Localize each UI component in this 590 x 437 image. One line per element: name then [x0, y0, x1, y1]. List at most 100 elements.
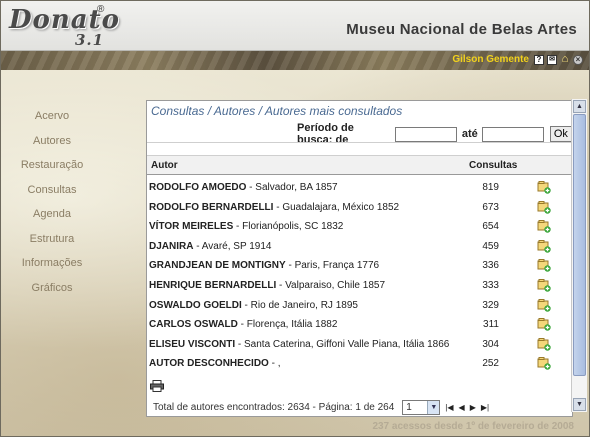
author-name[interactable]: CARLOS OSWALD [149, 319, 238, 330]
sidebar-item-acervo[interactable]: Acervo [0, 104, 104, 129]
first-page-icon[interactable]: |◀ [445, 403, 453, 412]
close-icon[interactable]: × [573, 54, 583, 65]
table-row: AUTOR DESCONHECIDO - , 252 [147, 354, 572, 374]
home-icon[interactable]: ⌂ [560, 54, 570, 65]
author-cell: DJANIRA - Avaré, SP 1914 [149, 241, 271, 252]
author-name[interactable]: ELISEU VISCONTI [149, 339, 235, 350]
print-icon[interactable] [150, 380, 164, 392]
add-folder-icon[interactable] [537, 219, 551, 233]
table-row: ELISEU VISCONTI - Santa Caterina, Giffon… [147, 335, 572, 355]
table-row: GRANDJEAN DE MONTIGNY - Paris, França 17… [147, 256, 572, 276]
author-detail: - Florença, Itália 1882 [237, 319, 338, 331]
access-counter: 237 acessos desde 1º de fevereiro de 200… [372, 421, 574, 432]
author-cell: VÍTOR MEIRELES - Florianópolis, SC 1832 [149, 221, 343, 232]
author-detail: - Santa Caterina, Giffoni Valle Piana, I… [235, 338, 450, 350]
mail-icon[interactable]: ✉ [547, 54, 557, 65]
sidebar-item-restauracao[interactable]: Restauração [0, 153, 104, 178]
consultas-count: 311 [483, 319, 499, 331]
sidebar-item-graficos[interactable]: Gráficos [0, 276, 104, 301]
author-name[interactable]: VÍTOR MEIRELES [149, 221, 233, 232]
author-detail: - Salvador, BA 1857 [246, 182, 338, 193]
author-name[interactable]: GRANDJEAN DE MONTIGNY [149, 260, 286, 271]
add-folder-icon[interactable] [537, 258, 551, 273]
author-name[interactable]: RODOLFO BERNARDELLI [149, 202, 273, 213]
museum-title: Museu Nacional de Belas Artes [346, 21, 577, 38]
page-select-value: 1 [406, 402, 412, 413]
add-folder-icon[interactable] [537, 317, 551, 331]
user-area: Gilson Gemente ? ✉ ⌂ × [452, 54, 583, 65]
user-name[interactable]: Gilson Gemente [452, 54, 529, 65]
author-detail: - Rio de Janeiro, RJ 1895 [241, 299, 358, 311]
scrollbar-thumb[interactable] [573, 114, 586, 376]
pagination-footer: Total de autores encontrados: 2634 - Pág… [153, 400, 489, 415]
author-cell: AUTOR DESCONHECIDO - , [149, 358, 281, 369]
add-folder-icon[interactable] [537, 278, 551, 292]
scroll-up-icon[interactable]: ▲ [573, 100, 586, 113]
consultas-count: 654 [482, 221, 499, 233]
add-folder-icon[interactable] [537, 337, 551, 351]
previous-page-icon[interactable]: ◀ [459, 403, 465, 412]
main-panel: Consultas / Autores / Autores mais consu… [146, 100, 573, 417]
column-header-autor[interactable]: Autor [151, 160, 178, 171]
help-icon[interactable]: ? [534, 54, 544, 65]
breadcrumb: Consultas / Autores / Autores mais consu… [151, 104, 403, 118]
author-name[interactable]: DJANIRA [149, 241, 193, 252]
author-cell: HENRIQUE BERNARDELLI - Valparaiso, Chile… [149, 280, 385, 291]
table-row: RODOLFO AMOEDO - Salvador, BA 1857 819 [147, 178, 572, 198]
date-to-input[interactable] [481, 126, 544, 142]
add-folder-icon[interactable] [537, 239, 551, 253]
ok-button[interactable]: Ok [549, 126, 572, 142]
authors-table: RODOLFO AMOEDO - Salvador, BA 1857 819 R… [147, 178, 572, 374]
until-label: até [461, 128, 478, 140]
consultas-count: 819 [482, 182, 499, 193]
table-row: CARLOS OSWALD - Florença, Itália 1882 31… [147, 315, 572, 335]
sidebar-item-estrutura[interactable]: Estrutura [0, 227, 104, 252]
next-page-icon[interactable]: ▶ [470, 403, 476, 412]
results-summary: Total de autores encontrados: 2634 - Pág… [153, 402, 395, 413]
author-name[interactable]: RODOLFO AMOEDO [149, 182, 246, 193]
banner: Gilson Gemente ? ✉ ⌂ × [1, 51, 589, 70]
author-cell: GRANDJEAN DE MONTIGNY - Paris, França 17… [149, 260, 379, 271]
consultas-count: 252 [482, 358, 499, 370]
pager-controls: |◀ ◀ ▶ ▶| [445, 403, 489, 412]
table-row: VÍTOR MEIRELES - Florianópolis, SC 1832 … [147, 217, 572, 237]
sidebar: Acervo Autores Restauração Consultas Age… [0, 104, 104, 300]
logo-registered-mark: ® [97, 4, 105, 15]
author-cell: CARLOS OSWALD - Florença, Itália 1882 [149, 319, 337, 330]
add-folder-icon[interactable] [537, 298, 551, 312]
author-detail: - Paris, França 1776 [285, 260, 380, 272]
add-folder-icon[interactable] [537, 356, 551, 371]
chevron-down-icon[interactable]: ▼ [427, 401, 440, 414]
sidebar-item-informacoes[interactable]: Informações [0, 251, 104, 276]
consultas-count: 459 [482, 240, 499, 252]
author-detail: - Guadalajara, México 1852 [273, 201, 400, 213]
author-name[interactable]: HENRIQUE BERNARDELLI [149, 280, 276, 291]
vertical-scrollbar[interactable]: ▲ ▼ [571, 99, 587, 412]
table-row: DJANIRA - Avaré, SP 1914 459 [147, 237, 572, 257]
author-cell: RODOLFO BERNARDELLI - Guadalajara, Méxic… [149, 202, 399, 213]
sidebar-item-autores[interactable]: Autores [0, 129, 104, 154]
author-name[interactable]: OSWALDO GOELDI [149, 300, 242, 311]
author-detail: - Avaré, SP 1914 [193, 240, 272, 252]
table-row: OSWALDO GOELDI - Rio de Janeiro, RJ 1895… [147, 296, 572, 316]
add-folder-icon[interactable] [537, 200, 551, 214]
consultas-count: 304 [482, 338, 499, 350]
sidebar-item-agenda[interactable]: Agenda [0, 202, 104, 227]
scroll-down-icon[interactable]: ▼ [573, 398, 586, 411]
consultas-count: 329 [482, 299, 499, 311]
header: Donato ® 3.1 Museu Nacional de Belas Art… [1, 1, 589, 51]
consultas-count: 673 [482, 201, 499, 213]
column-header-consultas[interactable]: Consultas [469, 160, 517, 171]
add-folder-icon[interactable] [537, 180, 551, 194]
divider [147, 142, 572, 143]
author-detail: - Valparaiso, Chile 1857 [276, 279, 385, 291]
date-from-input[interactable] [394, 126, 457, 142]
consultas-count: 333 [482, 279, 499, 291]
table-header: Autor Consultas [147, 155, 572, 175]
author-name[interactable]: AUTOR DESCONHECIDO [149, 358, 269, 369]
page-select[interactable]: 1 ▼ [402, 400, 441, 415]
sidebar-item-consultas[interactable]: Consultas [0, 178, 104, 203]
last-page-icon[interactable]: ▶| [481, 403, 489, 412]
author-cell: RODOLFO AMOEDO - Salvador, BA 1857 [149, 182, 338, 193]
author-cell: ELISEU VISCONTI - Santa Caterina, Giffon… [149, 339, 449, 350]
